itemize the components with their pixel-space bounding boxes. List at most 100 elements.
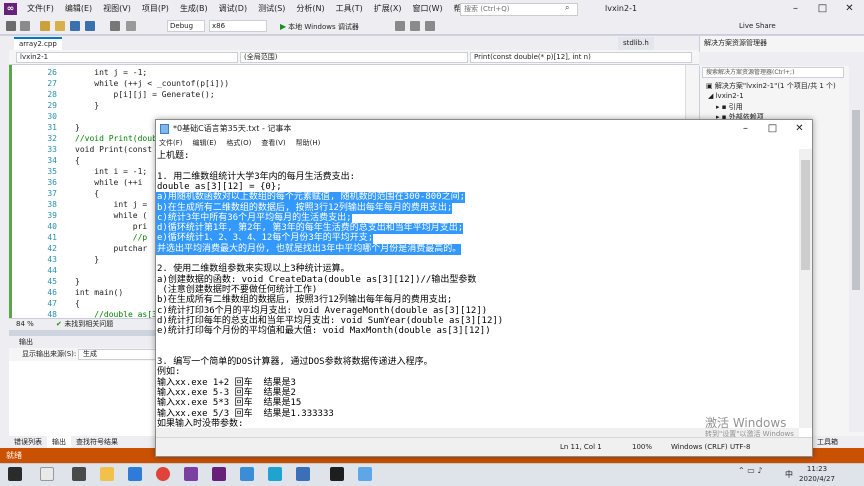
solution-icon: ▣ (706, 82, 715, 90)
vs-project-name: lvxin2-1 (605, 4, 638, 13)
tab-toolbox[interactable]: 工具箱 (817, 436, 838, 448)
left-tool-strip[interactable] (0, 36, 9, 450)
maximize-icon[interactable]: □ (809, 0, 836, 18)
clock-date: 2020/4/27 (799, 475, 835, 483)
solution-search-input[interactable]: 搜索解决方案资源管理器(Ctrl+;) (702, 67, 844, 78)
menu-extensions[interactable]: 扩展(X) (369, 0, 407, 18)
toolbar-icon[interactable] (425, 21, 435, 31)
taskbar-clock[interactable]: 11:23 2020/4/27 (792, 464, 842, 484)
undo-icon[interactable] (110, 21, 120, 31)
open-file-icon[interactable] (55, 21, 65, 31)
notepad-line: 并选出平均消费最大的月份, 也就是找出3年中平均哪个月份是消费最高的。 (156, 243, 462, 255)
np-zoom: 100% (632, 443, 653, 451)
forward-icon[interactable] (20, 21, 30, 31)
menu-project[interactable]: 项目(P) (137, 0, 174, 18)
code-line: 27 while (++j < _countof(p[i])) (47, 79, 230, 88)
app-icon[interactable] (268, 467, 282, 481)
menu-view[interactable]: 视图(V) (98, 0, 136, 18)
tab-array2-cpp[interactable]: array2.cpp (14, 37, 62, 50)
start-debug-button[interactable]: ▶ 本地 Windows 调试器 (280, 19, 359, 35)
watermark-line1: 激活 Windows (705, 416, 787, 430)
system-tray-icons[interactable]: ⌃ ▭ ♪ (738, 466, 762, 475)
solution-explorer-title: 解决方案资源管理器 (704, 39, 767, 47)
vs-menu-bar: 文件(F) 编辑(E) 视图(V) 项目(P) 生成(B) 调试(D) 测试(S… (22, 0, 487, 18)
notepad-horizontal-scrollbar[interactable] (156, 428, 799, 437)
notepad-title: *0基础C语言第35天.txt - 记事本 (173, 124, 292, 133)
search-icon: ⌕ (565, 3, 570, 12)
chrome-icon[interactable] (156, 467, 170, 481)
menu-tools[interactable]: 工具(T) (331, 0, 368, 18)
notepad-status-bar: Ln 11, Col 1 100% Windows (CRLF) UTF-8 (156, 437, 812, 456)
references-item[interactable]: ▸ ▪ 引用 (716, 102, 743, 112)
visual-studio-logo-icon: ∞ (4, 3, 17, 15)
np-menu-format[interactable]: 格式(O) (223, 138, 254, 149)
platform-dropdown[interactable]: x86 (209, 20, 267, 32)
solution-scrollbar-thumb[interactable] (852, 110, 860, 290)
close-icon[interactable]: ✕ (786, 120, 813, 138)
output-source-label: 显示输出来源(S): (22, 350, 77, 358)
task-view-icon[interactable] (72, 467, 86, 481)
app-icon[interactable] (184, 467, 198, 481)
menu-edit[interactable]: 编辑(E) (60, 0, 97, 18)
no-issues-label: 未找到相关问题 (64, 320, 114, 328)
tab-error-list[interactable]: 错误列表 (9, 436, 47, 448)
menu-analyze[interactable]: 分析(N) (291, 0, 329, 18)
watermark-line2: 转到"设置"以激活 Windows (705, 430, 794, 438)
np-encoding: UTF-8 (730, 443, 751, 451)
np-menu-view[interactable]: 查看(V) (258, 138, 288, 149)
minimize-icon[interactable]: – (782, 0, 809, 18)
np-cursor-position: Ln 11, Col 1 (560, 443, 602, 451)
np-menu-help[interactable]: 帮助(H) (293, 138, 324, 149)
tab-output[interactable]: 输出 (47, 436, 71, 448)
search-icon[interactable] (40, 467, 54, 481)
back-icon[interactable] (6, 21, 16, 31)
collapse-icon: ▸ ▪ (716, 103, 729, 111)
file-explorer-icon[interactable] (100, 467, 114, 481)
app-icon[interactable] (296, 467, 310, 481)
clock-time: 11:23 (806, 465, 828, 473)
tab-find-symbol-results[interactable]: 查找符号结果 (71, 436, 123, 448)
save-icon[interactable] (70, 21, 80, 31)
menu-test[interactable]: 测试(S) (253, 0, 290, 18)
solution-explorer-toolbar (699, 52, 849, 66)
maximize-icon[interactable]: □ (759, 120, 786, 138)
notepad-app-icon (160, 124, 169, 134)
code-line: 29 } (47, 101, 100, 110)
start-icon[interactable] (8, 467, 22, 481)
nav-function-dropdown[interactable]: Print(const double(* p)[12], int n) (470, 52, 692, 63)
notepad-window-controls: – □ ✕ (732, 120, 813, 138)
close-icon[interactable]: ✕ (836, 0, 863, 18)
nav-scope-dropdown[interactable]: (全局范围) (240, 52, 468, 63)
solution-root-item[interactable]: ▣ 解决方案"lvxin2-1"(1 个项目/共 1 个) (706, 81, 836, 91)
notepad-text-area[interactable]: 上机题: 1. 用二维数组统计大学3年内的每月生活费支出: double as[3]… (156, 149, 799, 428)
save-all-icon[interactable] (85, 21, 95, 31)
visual-studio-icon[interactable] (212, 467, 226, 481)
vs-search-input[interactable]: 搜索 (Ctrl+Q) (460, 3, 578, 16)
nav-project-dropdown[interactable]: lvxin2-1 (16, 52, 238, 63)
project-item[interactable]: ◢ lvxin2-1 (708, 91, 744, 101)
menu-build[interactable]: 生成(B) (175, 0, 213, 18)
notepad-scrollbar-thumb[interactable] (801, 160, 810, 270)
toolbar-icon[interactable] (410, 21, 420, 31)
activate-windows-watermark: 激活 Windows 转到"设置"以激活 Windows (705, 416, 794, 439)
np-menu-edit[interactable]: 编辑(E) (190, 138, 220, 149)
np-menu-file[interactable]: 文件(F) (156, 138, 186, 149)
tab-stdlib-h[interactable]: stdlib.h (618, 37, 654, 50)
live-share-button[interactable]: Live Share (739, 19, 776, 34)
config-dropdown[interactable]: Debug (167, 20, 205, 32)
edge-icon[interactable] (128, 467, 142, 481)
notepad-line: 上机题: (157, 151, 190, 161)
references-label: 引用 (728, 103, 743, 111)
menu-window[interactable]: 窗口(W) (408, 0, 448, 18)
minimize-icon[interactable]: – (732, 120, 759, 138)
notepad-icon[interactable] (358, 467, 372, 481)
app-icon[interactable] (240, 467, 254, 481)
new-project-icon[interactable] (40, 21, 50, 31)
menu-debug[interactable]: 调试(D) (214, 0, 252, 18)
no-issues-indicator[interactable]: ✔ 未找到相关问题 (56, 319, 113, 330)
menu-file[interactable]: 文件(F) (22, 0, 59, 18)
toolbar-icon[interactable] (395, 21, 405, 31)
editor-zoom[interactable]: 84 % (16, 319, 34, 330)
terminal-icon[interactable] (330, 467, 344, 481)
redo-icon[interactable] (126, 21, 136, 31)
